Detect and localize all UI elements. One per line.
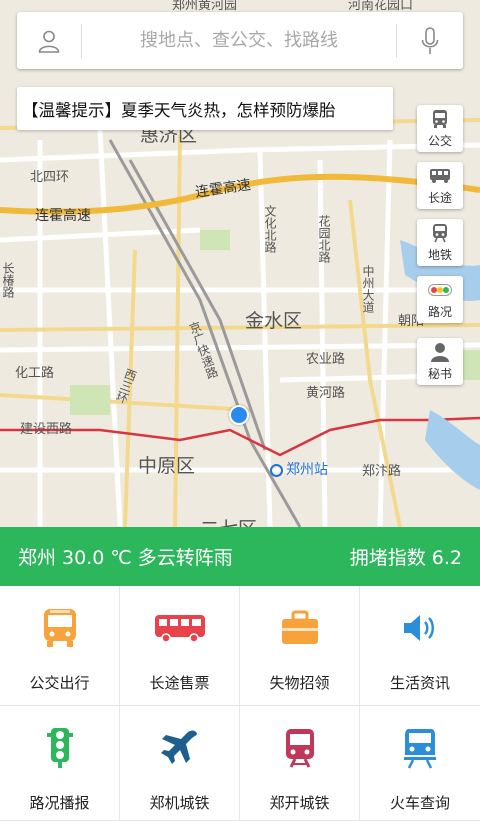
grid-item-airport-rail[interactable]: 郑机城铁 xyxy=(120,706,240,821)
coach-icon xyxy=(430,169,450,183)
map-label-huanghe: 黄河路 xyxy=(306,386,346,401)
map-label-zhengbian: 郑汴路 xyxy=(362,464,402,479)
grid-item-label: 郑开城铁 xyxy=(269,794,330,812)
map-label-huayuan: 花园北路 xyxy=(317,215,331,263)
tip-banner[interactable]: 【温馨提示】夏季天气炎热，怎样预防爆胎 xyxy=(17,87,393,130)
grid-item-label: 生活资讯 xyxy=(389,674,450,692)
grid-item-kaifeng-rail[interactable]: 郑开城铁 xyxy=(240,706,360,821)
side-button-traffic[interactable]: 路况 xyxy=(417,276,463,323)
grid-item-label: 长途售票 xyxy=(149,674,210,692)
side-button-subway-label: 地铁 xyxy=(427,248,452,262)
map-label-changchun: 长椿路 xyxy=(1,262,15,298)
weather-bar[interactable]: 郑州 30.0 ℃ 多云转阵雨 拥堵指数 6.2 xyxy=(0,527,480,586)
grid-item-label: 火车查询 xyxy=(389,794,450,812)
secretary-icon xyxy=(431,343,449,362)
current-location-dot xyxy=(229,405,249,425)
side-button-bus-label: 公交 xyxy=(427,134,452,148)
grid-item-coach-tickets[interactable]: 长途售票 xyxy=(120,586,240,706)
grid-item-traffic-report[interactable]: 路况播报 xyxy=(0,706,120,821)
map-label-huagong: 化工路 xyxy=(15,366,55,381)
briefcase-icon xyxy=(281,610,318,644)
user-icon xyxy=(38,30,60,53)
map-label-zhongyuan: 中原区 xyxy=(138,455,196,477)
subway-icon xyxy=(433,224,447,243)
voice-search-button[interactable] xyxy=(397,12,463,69)
map-label-wenhua: 文化北路 xyxy=(263,205,277,253)
weather-text: 郑州 30.0 ℃ 多云转阵雨 xyxy=(18,547,233,569)
map-view[interactable]: 郑州黄河园 河南花园口 惠济区 北四环 连霍高速 连霍高速 长椿路 文化北路 花… xyxy=(0,0,480,527)
traffic-light-icon xyxy=(46,728,73,768)
map-label-jianshe: 建设西路 xyxy=(20,422,73,437)
tip-text: 【温馨提示】夏季天气炎热，怎样预防爆胎 xyxy=(22,100,336,120)
map-label-lianhuo-west: 连霍高速 xyxy=(35,208,91,224)
grid-item-label: 失物招领 xyxy=(269,674,330,692)
airplane-icon xyxy=(160,730,197,764)
station-label: 郑州站 xyxy=(286,462,328,478)
speaker-icon xyxy=(404,615,434,641)
coach-icon xyxy=(154,615,205,643)
side-button-secretary-label: 秘书 xyxy=(427,367,452,381)
map-label-beisihuan: 北四环 xyxy=(30,170,70,185)
profile-button[interactable] xyxy=(17,12,81,69)
grid-item-lost-found[interactable]: 失物招领 xyxy=(240,586,360,706)
map-label-nongye: 农业路 xyxy=(306,352,346,367)
bus-icon xyxy=(433,110,447,128)
service-grid: 公交出行 长途售票 失物招领 生活资讯 路况播报 郑机城铁 郑开城铁 火车查询 xyxy=(0,586,480,821)
train-icon xyxy=(285,729,314,768)
congestion-index: 拥堵指数 6.2 xyxy=(349,547,462,569)
side-button-coach[interactable]: 长途 xyxy=(417,162,463,209)
traffic-light-icon xyxy=(428,284,452,296)
map-label-erqi: 二七区 xyxy=(200,514,257,527)
grid-item-bus-travel[interactable]: 公交出行 xyxy=(0,586,120,706)
grid-item-label: 郑机城铁 xyxy=(149,794,210,812)
map-roads xyxy=(0,0,480,527)
search-bar xyxy=(17,12,463,69)
railway-icon xyxy=(404,729,436,769)
side-button-subway[interactable]: 地铁 xyxy=(417,219,463,266)
grid-item-train-query[interactable]: 火车查询 xyxy=(360,706,480,821)
station-icon xyxy=(270,463,283,477)
search-input[interactable] xyxy=(82,30,396,51)
map-label-zhongzhou: 中州大道 xyxy=(361,265,375,313)
grid-item-label: 路况播报 xyxy=(29,794,90,812)
side-button-coach-label: 长途 xyxy=(427,191,452,205)
grid-item-label: 公交出行 xyxy=(29,674,90,692)
map-label-jinshui: 金水区 xyxy=(245,310,303,332)
bus-icon xyxy=(43,609,76,647)
side-button-bus[interactable]: 公交 xyxy=(417,105,463,152)
station-marker[interactable]: 郑州站 xyxy=(270,459,328,479)
side-button-traffic-label: 路况 xyxy=(427,305,452,319)
microphone-icon xyxy=(421,26,439,54)
side-button-secretary[interactable]: 秘书 xyxy=(417,338,463,385)
grid-item-life-info[interactable]: 生活资讯 xyxy=(360,586,480,706)
